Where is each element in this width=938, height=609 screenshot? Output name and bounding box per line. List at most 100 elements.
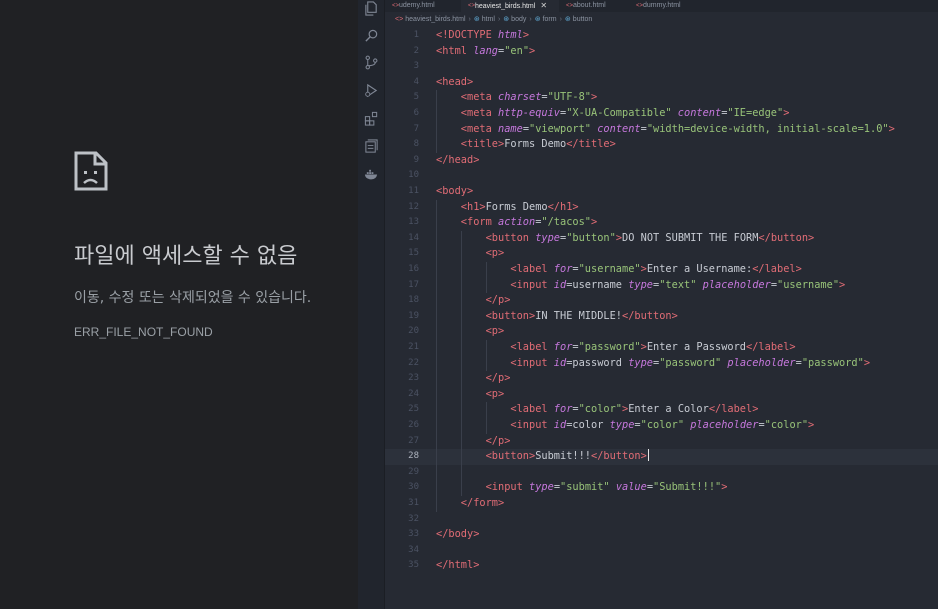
- indent-guide: [460, 293, 462, 309]
- code-line[interactable]: 29: [385, 464, 938, 481]
- breadcrumb-button[interactable]: ⊛ button: [565, 16, 592, 23]
- code-text: <meta charset="UTF-8">: [460, 91, 598, 104]
- indent-guide: [436, 340, 437, 356]
- code-line[interactable]: 2 <html lang="en">: [385, 44, 938, 60]
- files-icon[interactable]: [364, 1, 379, 16]
- code-line[interactable]: 18 </p>: [385, 293, 938, 309]
- html-file-icon: <>: [636, 3, 644, 9]
- code-line[interactable]: 27 </p>: [385, 433, 938, 450]
- code-line[interactable]: 30 <input type="submit" value="Submit!!!"…: [385, 480, 938, 496]
- code-line[interactable]: 9 </head>: [385, 153, 938, 169]
- breadcrumb-body[interactable]: ⊛ body: [503, 16, 526, 23]
- code-text: <meta http-equiv="X-UA-Compatible" conte…: [460, 107, 790, 119]
- line-number: 8: [413, 139, 419, 150]
- code-line[interactable]: 6 <meta http-equiv="X-UA-Compatible" cont…: [385, 106, 938, 122]
- code-line[interactable]: 21 <label for="password">Enter a Password…: [385, 340, 938, 356]
- code-line[interactable]: 33 </body>: [385, 527, 938, 543]
- code-line[interactable]: 28 <button>Submit!!!</button>: [385, 449, 938, 465]
- line-number: 4: [413, 76, 419, 87]
- code-line[interactable]: 19 <button>IN THE MIDDLE!</button>: [385, 308, 938, 325]
- indent-guide: [436, 137, 437, 153]
- code-text: </html>: [436, 559, 480, 572]
- indent-guide: [460, 277, 462, 294]
- code-text: <form action="/tacos">: [460, 216, 598, 229]
- code-line[interactable]: 31 </form>: [385, 496, 938, 512]
- editor-tab-bar: <> udemy.html <> heaviest_birds.html ✕ <>…: [385, 0, 938, 12]
- code-line[interactable]: 11 <body>: [385, 184, 938, 200]
- error-title: 파일에 액세스할 수 없음: [74, 244, 298, 269]
- code-text: <p>: [485, 387, 505, 400]
- code-line[interactable]: 25 <label for="color">Enter a Color</labe…: [385, 402, 938, 418]
- code-text-area[interactable]: 1 <!DOCTYPE html> 2 <html lang="en"> 3 4 <head…: [385, 28, 938, 609]
- breadcrumb-file[interactable]: <> heaviest_birds.html: [395, 16, 466, 23]
- code-line[interactable]: 10: [385, 168, 938, 184]
- indent-guide: [436, 402, 437, 418]
- code-line[interactable]: 3: [385, 59, 938, 75]
- indent-guide: [436, 90, 437, 106]
- code-line[interactable]: 4 <head>: [385, 75, 938, 91]
- extensions-icon[interactable]: [364, 111, 379, 126]
- close-icon[interactable]: ✕: [540, 1, 547, 10]
- indent-guide: [436, 106, 437, 122]
- docker-icon[interactable]: [364, 167, 379, 182]
- indent-guide: [460, 464, 462, 481]
- code-text: <button>IN THE MIDDLE!</button>: [485, 309, 678, 322]
- code-line[interactable]: 20 <p>: [385, 324, 938, 340]
- code-line[interactable]: 8 <title>Forms Demo</title>: [385, 137, 938, 153]
- indent-guide: [460, 433, 462, 450]
- code-text: <input id=password type="password" place…: [510, 356, 871, 369]
- line-number: 6: [413, 108, 419, 118]
- code-line[interactable]: 26 <input id=color type="color" placehold…: [385, 418, 938, 434]
- tab-about[interactable]: <> about.html: [559, 0, 629, 12]
- indent-guide: [460, 262, 462, 278]
- code-line[interactable]: 35 </html>: [385, 558, 938, 574]
- code-text: <button type="button">DO NOT SUBMIT THE …: [485, 231, 815, 244]
- indent-guide: [460, 324, 462, 340]
- indent-guide: [460, 371, 462, 387]
- browser-error-page: 파일에 액세스할 수 없음 이동, 수정 또는 삭제되었을 수 있습니다. ER…: [0, 0, 358, 609]
- code-line[interactable]: 5 <meta charset="UTF-8">: [385, 90, 938, 106]
- tab-heaviest-birds[interactable]: <> heaviest_birds.html ✕: [461, 0, 559, 12]
- breadcrumb-html[interactable]: ⊛ html: [474, 16, 495, 23]
- code-line[interactable]: 22 <input id=password type="password" pla…: [385, 355, 938, 372]
- line-number: 15: [408, 248, 419, 259]
- source-control-icon[interactable]: [364, 55, 379, 70]
- code-line[interactable]: 17 <input id=username type="text" placeho…: [385, 277, 938, 294]
- code-line[interactable]: 12 <h1>Forms Demo</h1>: [385, 199, 938, 216]
- code-line[interactable]: 14 <button type="button">DO NOT SUBMIT TH…: [385, 230, 938, 247]
- code-text: <html lang="en">: [436, 44, 536, 57]
- remote-explorer-icon[interactable]: [364, 139, 379, 154]
- tab-udemy[interactable]: <> udemy.html: [385, 0, 461, 12]
- indent-guide: [485, 340, 487, 356]
- code-line[interactable]: 16 <label for="username">Enter a Username…: [385, 262, 938, 278]
- indent-guide: [436, 480, 437, 496]
- code-text: <input id=username type="text" placehold…: [510, 278, 846, 291]
- indent-guide: [460, 402, 462, 418]
- line-number: 17: [408, 279, 419, 290]
- code-text: <input id=color type="color" placeholder…: [510, 419, 815, 431]
- code-text: <label for="username">Enter a Username:<…: [510, 263, 802, 275]
- line-number: 22: [408, 357, 419, 368]
- code-line[interactable]: 7 <meta name="viewport" content="width=de…: [385, 121, 938, 138]
- code-line[interactable]: 34: [385, 543, 938, 559]
- breadcrumb-form[interactable]: ⊛ form: [535, 16, 557, 23]
- code-line[interactable]: 32: [385, 512, 938, 528]
- code-text: <input type="submit" value="Submit!!!">: [485, 481, 728, 494]
- code-line[interactable]: 15 <p>: [385, 246, 938, 262]
- code-line[interactable]: 23 </p>: [385, 371, 938, 387]
- tab-label: heaviest_birds.html: [475, 3, 536, 10]
- code-text: </body>: [436, 528, 480, 541]
- tab-dummy[interactable]: <> dummy.html: [629, 0, 709, 12]
- tab-label: udemy.html: [399, 2, 435, 9]
- code-line[interactable]: 1 <!DOCTYPE html>: [385, 28, 938, 44]
- element-icon: ⊛: [564, 16, 571, 23]
- code-line[interactable]: 13 <form action="/tacos">: [385, 215, 938, 231]
- code-line[interactable]: 24 <p>: [385, 386, 938, 403]
- indent-guide: [436, 324, 437, 340]
- html-file-icon: <>: [392, 3, 400, 9]
- line-number: 7: [413, 123, 419, 134]
- run-debug-icon[interactable]: [364, 83, 379, 98]
- html-file-icon: <>: [468, 3, 476, 9]
- search-icon[interactable]: [364, 28, 379, 43]
- sad-file-icon: [74, 151, 108, 191]
